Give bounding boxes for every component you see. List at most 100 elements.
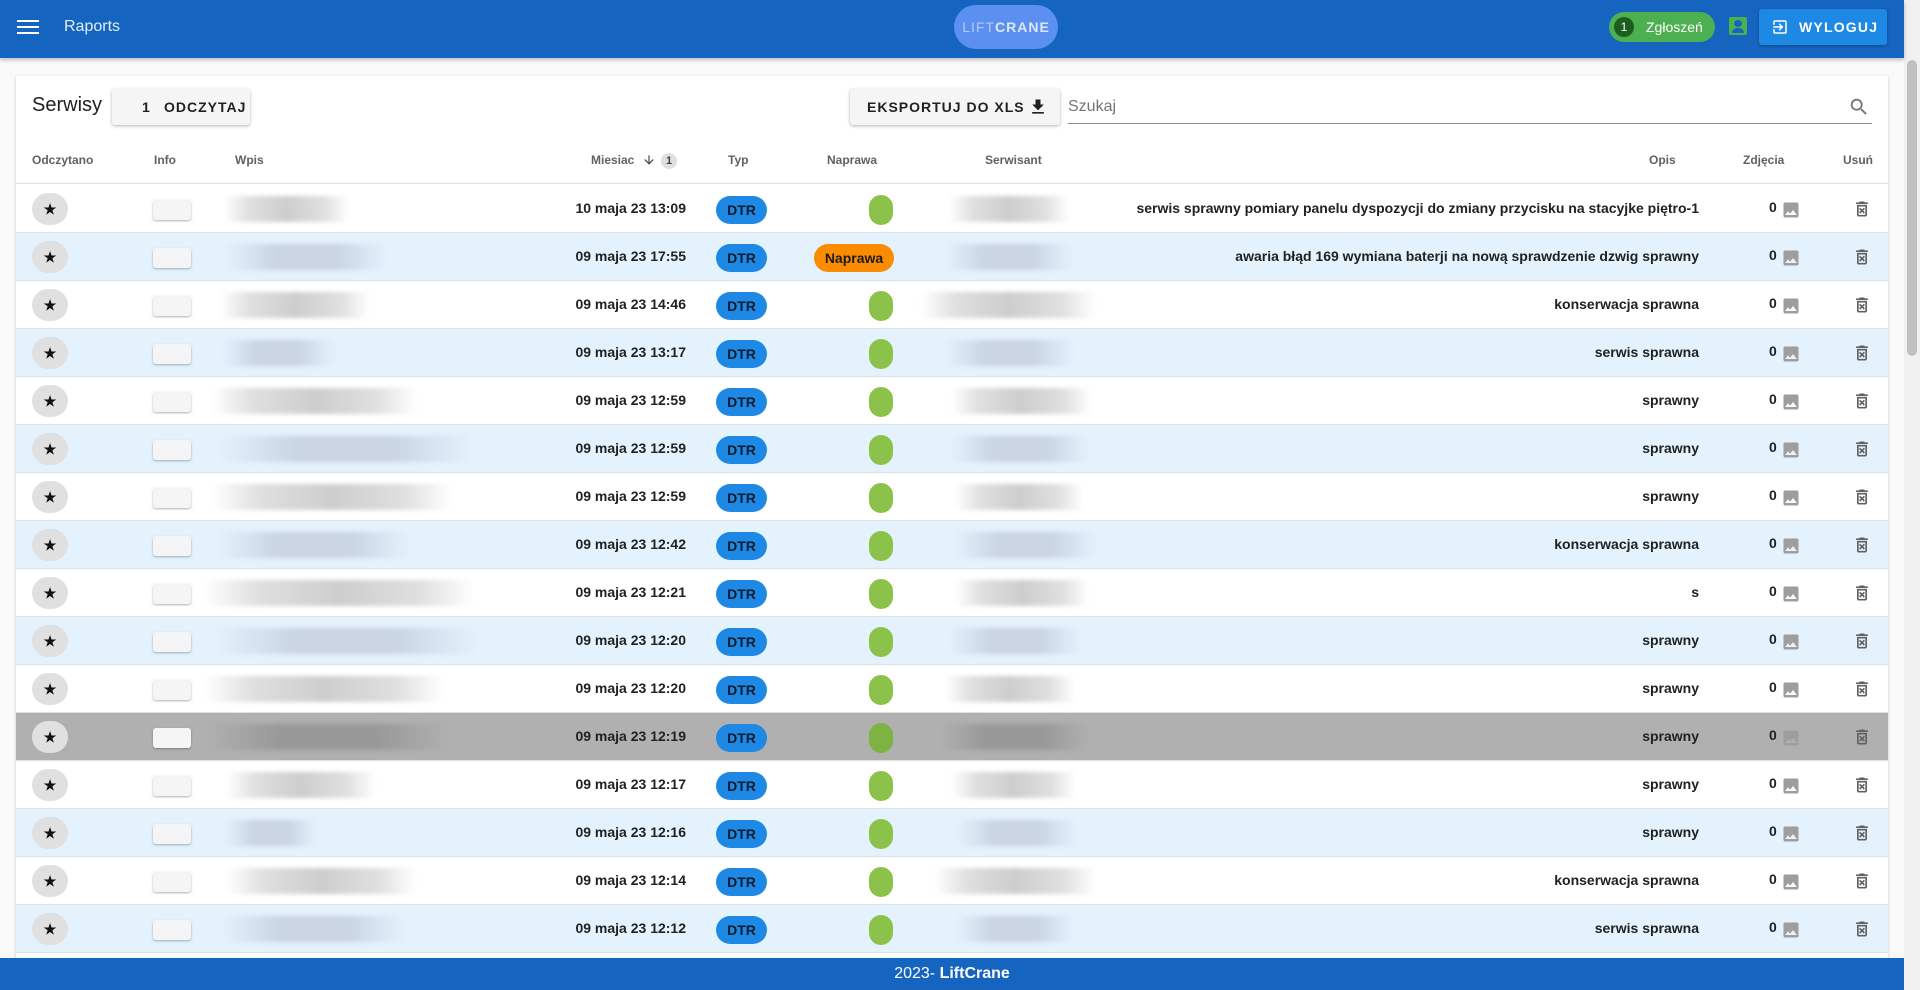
mark-read-star-button[interactable]: ★ [32,817,68,849]
delete-icon[interactable] [1852,247,1872,267]
image-icon[interactable] [1781,776,1801,796]
info-button[interactable] [153,584,191,604]
type-chip[interactable]: DTR [716,580,767,608]
table-row[interactable]: ★ 09 maja 23 12:14 DTR konserwacja sprawna 0 [16,857,1888,905]
type-chip[interactable]: DTR [716,388,767,416]
image-icon[interactable] [1781,872,1801,892]
delete-icon[interactable] [1852,871,1872,891]
delete-icon[interactable] [1852,727,1872,747]
info-button[interactable] [153,920,191,940]
col-photos[interactable]: Zdjęcia [1743,153,1784,167]
search-icon[interactable] [1848,96,1870,118]
info-button[interactable] [153,440,191,460]
info-button[interactable] [153,536,191,556]
info-button[interactable] [153,488,191,508]
image-icon[interactable] [1781,584,1801,604]
delete-icon[interactable] [1852,823,1872,843]
logout-button[interactable]: WYLOGUJ [1759,9,1887,45]
info-button[interactable] [153,248,191,268]
menu-icon[interactable] [16,17,40,37]
info-button[interactable] [153,632,191,652]
type-chip[interactable]: DTR [716,244,767,272]
type-chip[interactable]: DTR [716,532,767,560]
image-icon[interactable] [1781,632,1801,652]
table-row[interactable]: ★ 09 maja 23 12:20 DTR sprawny 0 [16,617,1888,665]
info-button[interactable] [153,728,191,748]
mark-read-star-button[interactable]: ★ [32,337,68,369]
col-month[interactable]: Miesiac 1 [591,153,678,169]
type-chip[interactable]: DTR [716,772,767,800]
delete-icon[interactable] [1852,487,1872,507]
export-xls-button[interactable]: EKSPORTUJ DO XLS [850,89,1060,125]
col-read[interactable]: Odczytano [32,153,93,167]
mark-read-star-button[interactable]: ★ [32,529,68,561]
image-icon[interactable] [1781,440,1801,460]
delete-icon[interactable] [1852,919,1872,939]
table-row[interactable]: ★ 09 maja 23 12:59 DTR sprawny 0 [16,377,1888,425]
delete-icon[interactable] [1852,679,1872,699]
account-icon[interactable] [1729,17,1747,35]
info-button[interactable] [153,824,191,844]
col-entry[interactable]: Wpis [235,153,264,167]
table-row[interactable]: ★ 09 maja 23 12:12 DTR serwis sprawna 0 [16,905,1888,953]
delete-icon[interactable] [1852,295,1872,315]
delete-icon[interactable] [1852,439,1872,459]
mark-read-star-button[interactable]: ★ [32,385,68,417]
type-chip[interactable]: DTR [716,724,767,752]
table-row[interactable]: ★ 09 maja 23 12:16 DTR sprawny 0 [16,809,1888,857]
delete-icon[interactable] [1852,535,1872,555]
table-row[interactable]: ★ 09 maja 23 17:55 DTR Naprawa awaria błąd 1… [16,233,1888,281]
image-icon[interactable] [1781,344,1801,364]
table-row[interactable]: ★ 09 maja 23 12:17 DTR sprawny 0 [16,761,1888,809]
mark-read-star-button[interactable]: ★ [32,625,68,657]
image-icon[interactable] [1781,488,1801,508]
col-description[interactable]: Opis [1649,153,1676,167]
mark-read-star-button[interactable]: ★ [32,721,68,753]
image-icon[interactable] [1781,920,1801,940]
image-icon[interactable] [1781,680,1801,700]
delete-icon[interactable] [1852,343,1872,363]
mark-read-star-button[interactable]: ★ [32,577,68,609]
mark-read-star-button[interactable]: ★ [32,433,68,465]
table-row[interactable]: ★ 09 maja 23 13:17 DTR serwis sprawna 0 [16,329,1888,377]
mark-read-star-button[interactable]: ★ [32,241,68,273]
mark-read-star-button[interactable]: ★ [32,913,68,945]
type-chip[interactable]: DTR [716,340,767,368]
info-button[interactable] [153,200,191,220]
col-repair[interactable]: Naprawa [827,153,877,167]
table-row[interactable]: ★ 10 maja 23 13:09 DTR serwis sprawny pomia… [16,185,1888,233]
search-input[interactable] [1068,90,1872,124]
col-type[interactable]: Typ [728,153,748,167]
delete-icon[interactable] [1852,391,1872,411]
mark-read-star-button[interactable]: ★ [32,673,68,705]
type-chip[interactable]: DTR [716,820,767,848]
mark-read-star-button[interactable]: ★ [32,481,68,513]
type-chip[interactable]: DTR [716,868,767,896]
table-row[interactable]: ★ 09 maja 23 12:59 DTR sprawny 0 [16,425,1888,473]
info-button[interactable] [153,296,191,316]
mark-read-star-button[interactable]: ★ [32,289,68,321]
image-icon[interactable] [1781,248,1801,268]
delete-icon[interactable] [1852,199,1872,219]
info-button[interactable] [153,344,191,364]
col-info[interactable]: Info [154,153,176,167]
delete-icon[interactable] [1852,775,1872,795]
scrollbar-thumb[interactable] [1907,60,1917,356]
table-row[interactable]: ★ 09 maja 23 14:46 DTR konserwacja sprawna 0 [16,281,1888,329]
image-icon[interactable] [1781,824,1801,844]
table-row[interactable]: ★ 09 maja 23 12:19 DTR sprawny 0 [16,713,1888,761]
type-chip[interactable]: DTR [716,916,767,944]
mark-read-star-button[interactable]: ★ [32,769,68,801]
notifications-chip[interactable]: 1 Zgłoszeń [1609,12,1715,42]
mark-read-star-button[interactable]: ★ [32,865,68,897]
info-button[interactable] [153,776,191,796]
table-row[interactable]: ★ 09 maja 23 12:20 DTR sprawny 0 [16,665,1888,713]
image-icon[interactable] [1781,200,1801,220]
table-row[interactable]: ★ 09 maja 23 12:21 DTR s 0 [16,569,1888,617]
table-row[interactable]: ★ 09 maja 23 12:59 DTR sprawny 0 [16,473,1888,521]
info-button[interactable] [153,872,191,892]
type-chip[interactable]: DTR [716,484,767,512]
mark-read-button[interactable]: 1 ODCZYTAJ [112,89,250,125]
image-icon[interactable] [1781,728,1801,748]
col-technician[interactable]: Serwisant [985,153,1042,167]
